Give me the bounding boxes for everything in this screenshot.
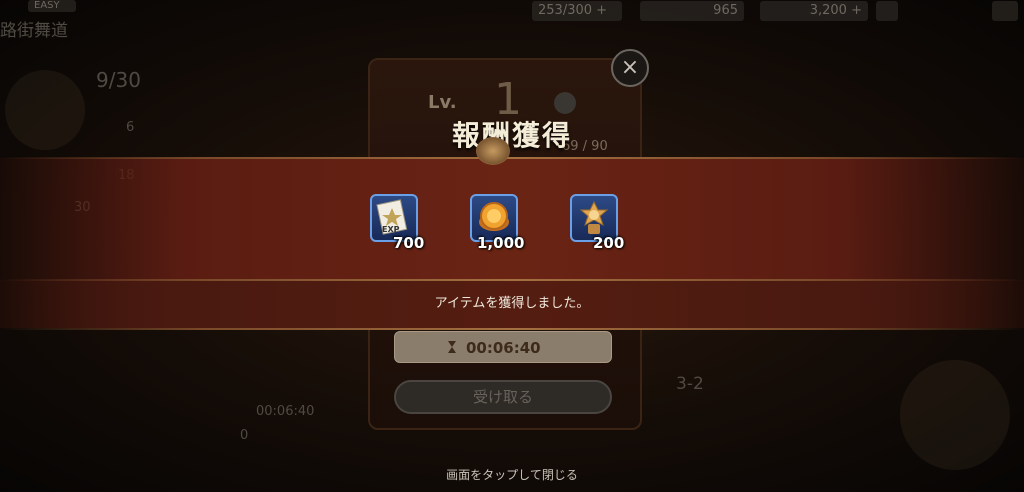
stage-progress: 9/30 [96, 68, 141, 92]
background-figure-left [5, 70, 85, 150]
stamina-counter[interactable]: 253/300 + [532, 1, 622, 21]
star-count-6: 6 [126, 120, 135, 135]
difficulty-badge: EASY [28, 0, 76, 12]
gold-counter[interactable]: 3,200 + [760, 1, 868, 21]
receive-button[interactable]: 受け取る [394, 380, 612, 414]
gem-counter[interactable]: 965 [640, 1, 744, 21]
svg-text:EXP: EXP [382, 225, 400, 234]
reward-qty-exp: 700 [393, 234, 425, 252]
level-label: Lv. [428, 92, 457, 113]
banner-bottom-line [0, 328, 1024, 330]
reward-qty-medal: 200 [593, 234, 625, 252]
reward-timer: 00:06:40 [466, 339, 541, 357]
close-button[interactable]: × [611, 49, 649, 87]
gold-plus-icon[interactable]: + [851, 3, 862, 18]
gold-value: 3,200 [809, 3, 847, 18]
stamina-plus-icon[interactable]: + [596, 3, 607, 18]
left-timer: 00:06:40 [256, 404, 315, 419]
settings-icon[interactable] [992, 1, 1018, 21]
banner-ornament-icon [476, 137, 510, 165]
mail-icon[interactable] [876, 1, 898, 21]
stage-title: 路街舞道 [0, 21, 68, 41]
banner-mid-line [0, 279, 1024, 281]
gem-value: 965 [713, 3, 738, 18]
banner-top-line [0, 157, 1024, 159]
close-icon: × [620, 55, 640, 80]
stamina-value: 253/300 [538, 3, 593, 18]
reward-qty-gold: 1,000 [477, 234, 525, 252]
stage-number: 3-2 [676, 374, 704, 394]
dialog-title: 報酬獲得 [451, 119, 572, 152]
background-figure-right [900, 360, 1010, 470]
tap-to-close-hint[interactable]: 画面をタップして閉じる [412, 466, 612, 483]
left-count: 0 [240, 428, 249, 443]
magnify-icon[interactable] [554, 92, 576, 114]
reward-message: アイテムを獲得しました。 [434, 296, 590, 311]
